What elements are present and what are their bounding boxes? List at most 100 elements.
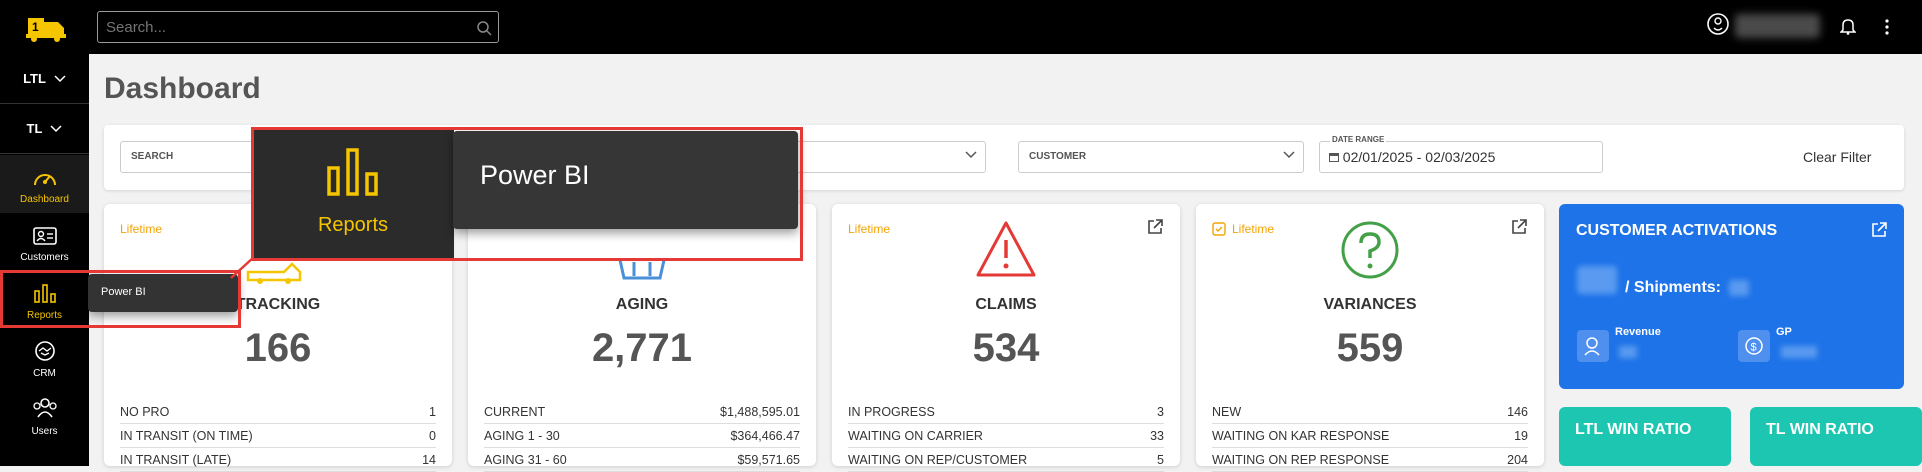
variances-card[interactable]: Lifetime VARIANCES 559 NEW 146 WAITING ON…: [1196, 204, 1544, 472]
sidebar-item-crm[interactable]: CRM: [0, 329, 89, 387]
revenue-label: Revenue: [1615, 326, 1661, 338]
card-count: 534: [972, 326, 1040, 370]
row-value: 5: [1157, 452, 1164, 467]
sidebar-item-label: CRM: [33, 368, 56, 379]
warning-triangle-icon: [976, 221, 1036, 277]
sidebar-item-label: Users: [31, 426, 58, 437]
table-row[interactable]: WAITING ON REP/CUSTOMER 5: [848, 448, 1164, 472]
revenue-value-blurred: [1619, 346, 1637, 358]
row-label: AGING 31 - 60: [484, 452, 567, 467]
row-label: WAITING ON CARRIER: [848, 428, 983, 443]
row-value: 14: [422, 452, 436, 467]
chevron-down-icon: [50, 124, 62, 132]
filter-customer-field[interactable]: CUSTOMER: [1018, 141, 1304, 173]
row-value: 33: [1150, 428, 1164, 443]
top-bar: 1: [0, 0, 1922, 54]
row-label: WAITING ON KAR RESPONSE: [1212, 428, 1390, 443]
revenue-icon: [1577, 330, 1609, 362]
row-label: CURRENT: [484, 404, 546, 419]
sidebar-item-customers[interactable]: Customers: [0, 213, 89, 271]
clear-filter-button[interactable]: Clear Filter: [1803, 149, 1871, 165]
tl-win-ratio-card[interactable]: TL WIN RATIO: [1750, 407, 1922, 466]
truck-logo-icon[interactable]: 1: [24, 10, 76, 44]
table-row[interactable]: AGING 31 - 60 $59,571.65: [484, 448, 800, 472]
sidebar-item-label: Dashboard: [20, 194, 69, 205]
customer-activations-card[interactable]: CUSTOMER ACTIVATIONS / Shipments: Revenu…: [1559, 204, 1904, 389]
row-value: 146: [1507, 404, 1528, 419]
table-row[interactable]: AGING 1 - 30 $364,466.47: [484, 424, 800, 448]
table-row[interactable]: IN PROGRESS 3: [848, 400, 1164, 424]
calendar-icon: [1329, 153, 1339, 162]
card-count: 166: [244, 326, 312, 370]
gp-value-blurred: [1781, 346, 1817, 358]
card-count: 2,771: [591, 326, 693, 370]
checkbox-icon[interactable]: [1212, 222, 1226, 236]
sidebar: LTL TL Dashboard Customers Reports CRM U…: [0, 54, 89, 466]
dropdown-label: TL: [26, 121, 43, 136]
win-ratio-title: LTL WIN RATIO: [1575, 421, 1692, 438]
bell-icon[interactable]: [1840, 17, 1856, 35]
shipments-label: / Shipments:: [1625, 279, 1722, 296]
page-title: Dashboard: [104, 72, 261, 105]
search-input[interactable]: [97, 11, 499, 43]
lifetime-badge: Lifetime: [848, 222, 891, 236]
row-label: WAITING ON REP RESPONSE: [1212, 452, 1390, 467]
dropdown-label: LTL: [23, 71, 46, 86]
more-vertical-icon[interactable]: [1884, 18, 1890, 36]
user-circle-icon[interactable]: [1706, 12, 1730, 36]
win-ratio-title: TL WIN RATIO: [1766, 421, 1874, 438]
row-label: NEW: [1212, 404, 1242, 419]
svg-text:$: $: [1751, 342, 1757, 354]
filter-search-label: SEARCH: [131, 151, 174, 162]
question-circle-icon: [1341, 221, 1399, 279]
ltl-win-ratio-card[interactable]: LTL WIN RATIO: [1559, 407, 1731, 466]
table-row[interactable]: WAITING ON CARRIER 33: [848, 424, 1164, 448]
table-row[interactable]: NO PRO 1: [120, 400, 436, 424]
sidebar-dropdown-tl[interactable]: TL: [0, 104, 89, 154]
gp-label: GP: [1776, 326, 1792, 338]
claims-card[interactable]: Lifetime CLAIMS 534 IN PROGRESS 3 WAITING…: [832, 204, 1180, 472]
search-icon[interactable]: [476, 20, 492, 36]
filter-select-field[interactable]: [786, 141, 986, 173]
external-link-icon[interactable]: [1510, 218, 1528, 236]
lifetime-badge: Lifetime: [120, 222, 163, 236]
table-row[interactable]: NEW 146: [1212, 400, 1528, 424]
gauge-icon: [33, 174, 56, 186]
row-value: 0: [429, 428, 436, 443]
card-title: VARIANCES: [1323, 296, 1417, 313]
row-value: 1: [429, 404, 436, 419]
row-label: AGING 1 - 30: [484, 428, 560, 443]
row-value: $364,466.47: [730, 428, 800, 443]
chevron-down-icon: [54, 74, 66, 82]
row-value: 19: [1514, 428, 1528, 443]
table-row[interactable]: WAITING ON KAR RESPONSE 19: [1212, 424, 1528, 448]
table-row[interactable]: IN TRANSIT (ON TIME) 0: [120, 424, 436, 448]
table-row[interactable]: CURRENT $1,488,595.01: [484, 400, 800, 424]
external-link-icon[interactable]: [1870, 221, 1888, 239]
external-link-icon[interactable]: [1146, 218, 1164, 236]
user-name-blurred[interactable]: [1735, 14, 1820, 38]
chevron-down-icon: [965, 151, 977, 159]
card-title: CLAIMS: [975, 296, 1037, 313]
row-value: 3: [1157, 404, 1164, 419]
date-range-label: DATE RANGE: [1330, 134, 1387, 146]
handshake-icon: [34, 341, 55, 361]
table-row[interactable]: WAITING ON REP RESPONSE 204: [1212, 448, 1528, 472]
filter-customer-label: CUSTOMER: [1029, 151, 1087, 162]
card-title: AGING: [615, 296, 669, 313]
sidebar-item-dashboard[interactable]: Dashboard: [0, 155, 89, 213]
row-label: IN TRANSIT (LATE): [120, 452, 232, 467]
date-range-value: 02/01/2025 - 02/03/2025: [1342, 149, 1496, 165]
sidebar-item-users[interactable]: Users: [0, 387, 89, 445]
lifetime-badge: Lifetime: [1232, 222, 1275, 236]
sidebar-dropdown-ltl[interactable]: LTL: [0, 54, 89, 104]
activations-count-blurred: [1577, 266, 1617, 294]
shipments-value-blurred: [1729, 280, 1749, 296]
row-value: 204: [1507, 452, 1528, 467]
highlight-box-zoom: [251, 127, 803, 261]
chevron-down-icon: [1283, 151, 1295, 159]
activations-title: CUSTOMER ACTIVATIONS: [1576, 222, 1778, 239]
row-label: WAITING ON REP/CUSTOMER: [848, 452, 1028, 467]
table-row[interactable]: IN TRANSIT (LATE) 14: [120, 448, 436, 472]
filter-date-range-field[interactable]: DATE RANGE 02/01/2025 - 02/03/2025: [1319, 134, 1603, 173]
